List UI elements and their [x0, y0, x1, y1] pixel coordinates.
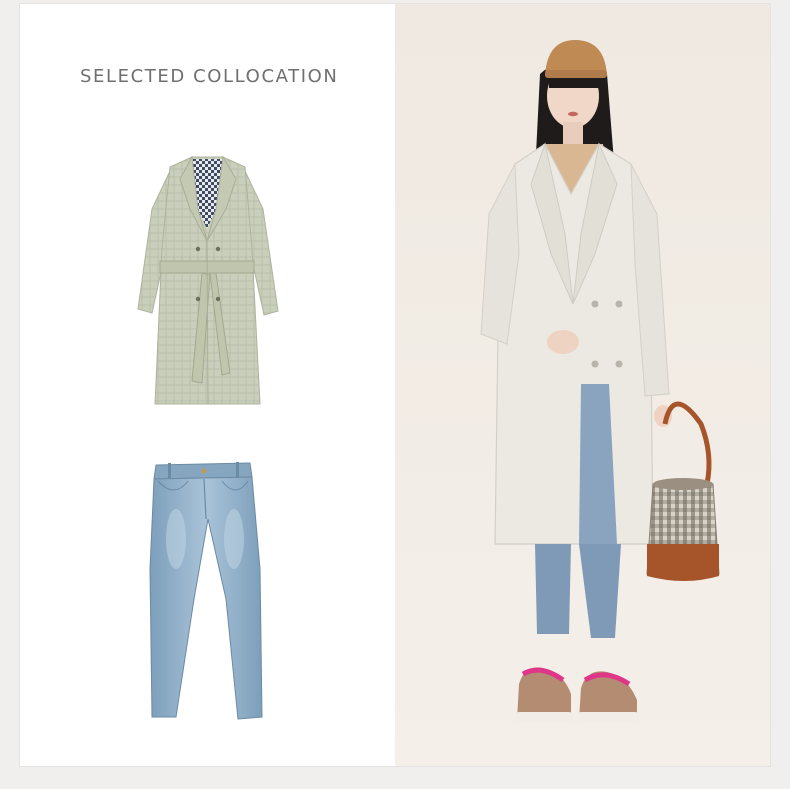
collocation-card: SELECTED COLLOCATION	[20, 4, 770, 766]
model-photo-illustration	[395, 4, 770, 766]
coat-image	[137, 155, 279, 405]
jeans-product-image[interactable]	[148, 459, 268, 724]
jeans-image	[149, 462, 263, 720]
product-panel: SELECTED COLLOCATION	[20, 4, 395, 766]
coat-product-image[interactable]	[130, 149, 285, 409]
model-photo	[395, 4, 770, 766]
section-title: SELECTED COLLOCATION	[80, 66, 339, 87]
